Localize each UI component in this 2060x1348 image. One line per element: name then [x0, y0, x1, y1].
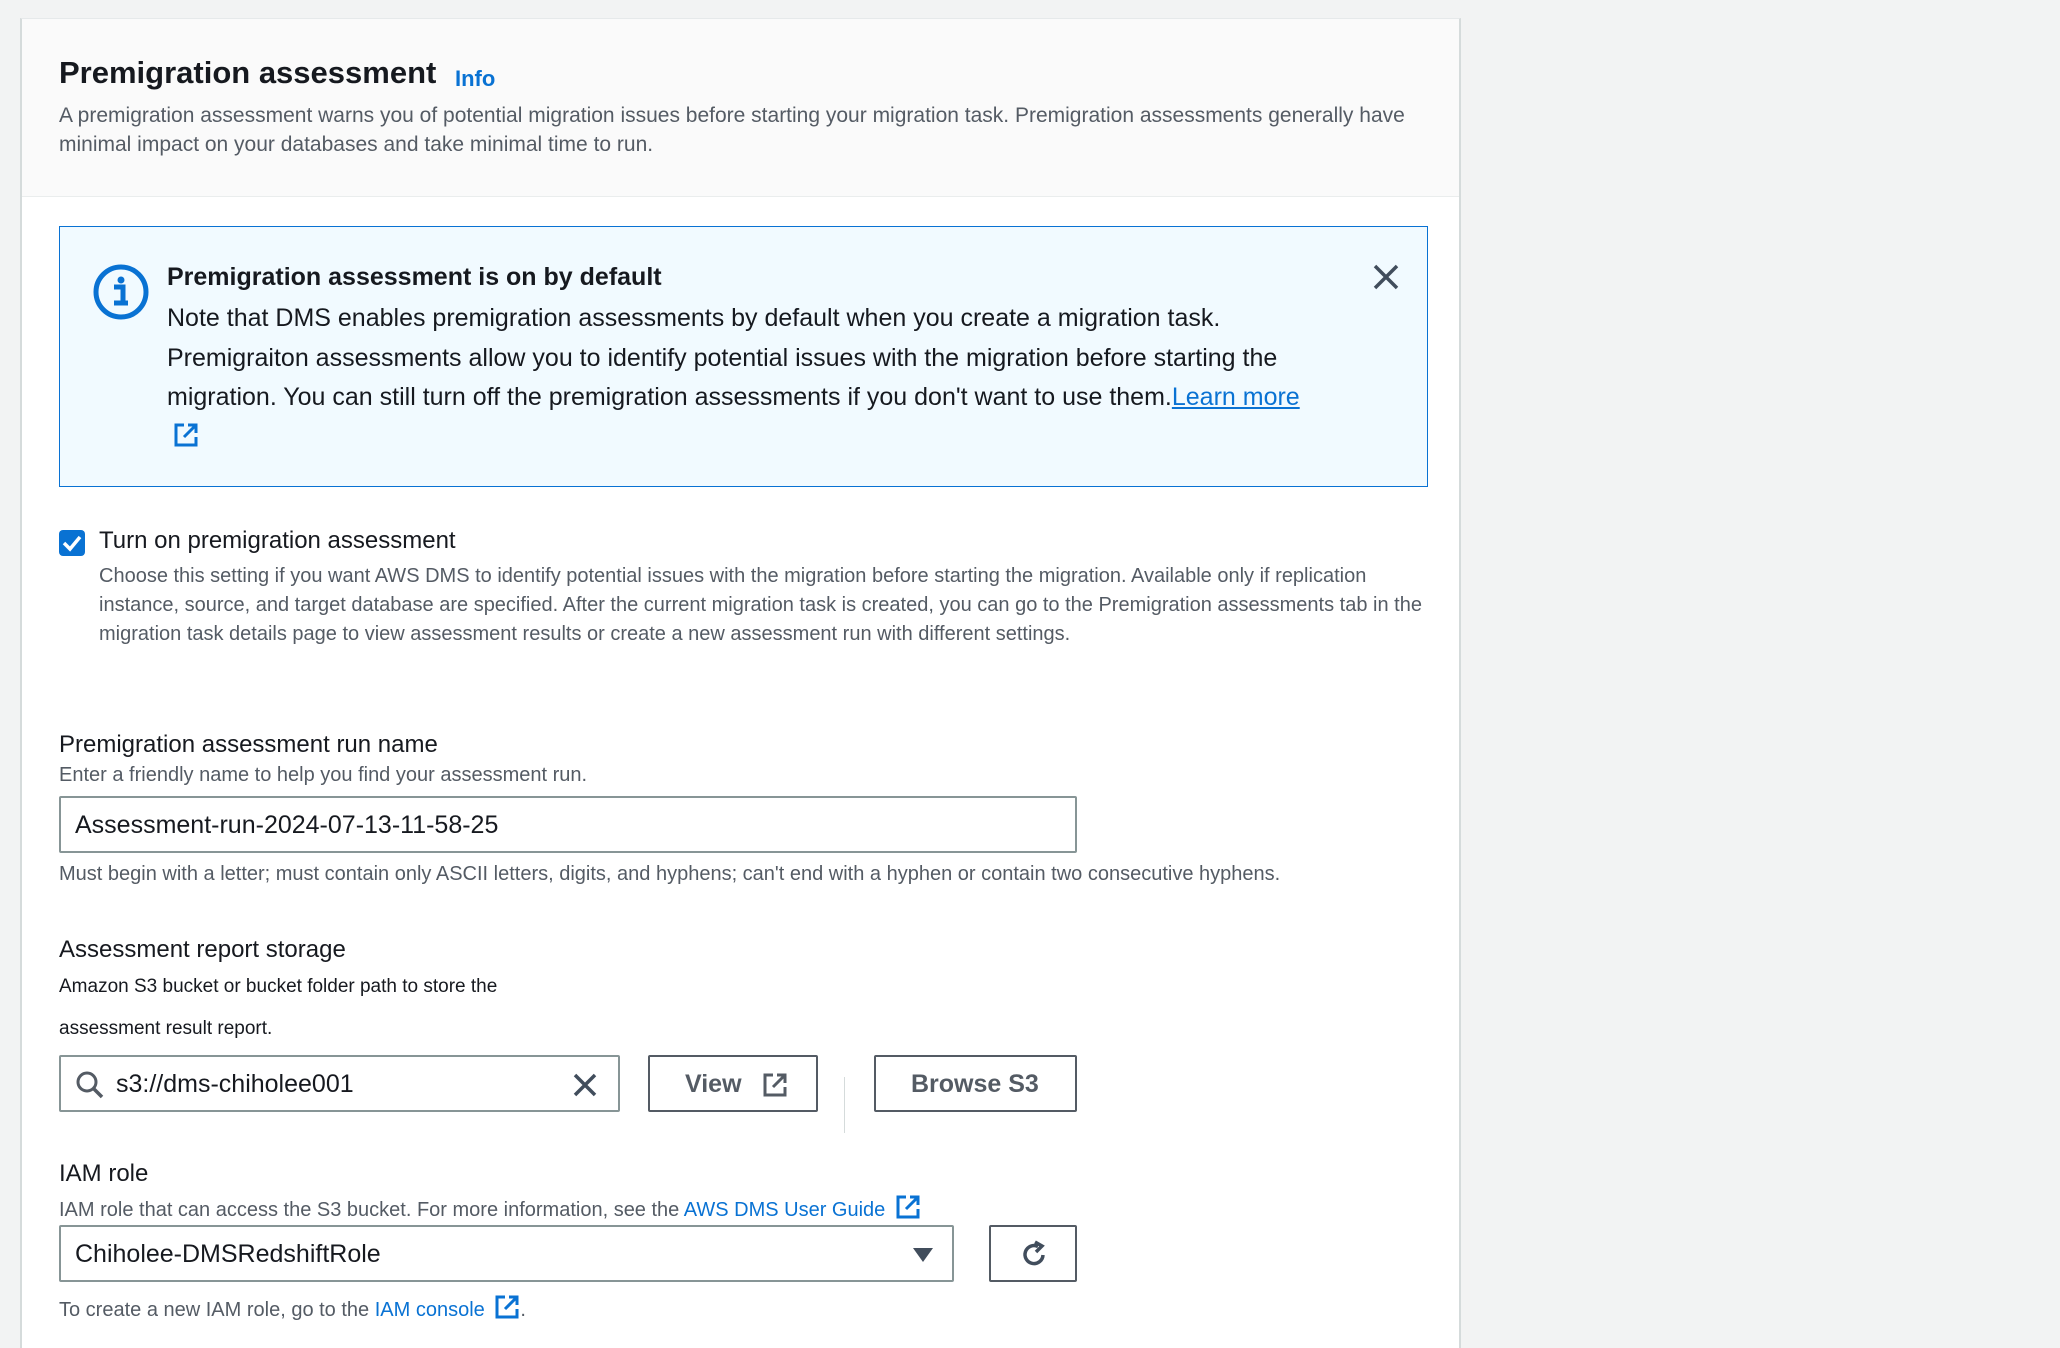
alert-title: Premigration assessment is on by default — [167, 263, 662, 291]
refresh-button[interactable] — [989, 1225, 1077, 1282]
iam-role-description: IAM role that can access the S3 bucket. … — [59, 1194, 921, 1222]
storage-label: Assessment report storage — [59, 936, 346, 963]
run-name-input[interactable]: Assessment-run-2024-07-13-11-58-25 — [59, 796, 1077, 853]
browse-s3-button[interactable]: Browse S3 — [874, 1055, 1077, 1112]
caret-down-icon — [913, 1248, 933, 1262]
s3-path-value: s3://dms-chiholee001 — [116, 1070, 354, 1098]
iam-role-footer: To create a new IAM role, go to the IAM … — [59, 1294, 526, 1322]
alert-body-text: Note that DMS enables premigration asses… — [167, 304, 1278, 411]
iam-console-link[interactable]: IAM console — [375, 1299, 485, 1321]
user-guide-link[interactable]: AWS DMS User Guide — [684, 1199, 886, 1221]
refresh-icon — [1023, 1240, 1045, 1266]
iam-footer-prefix: To create a new IAM role, go to the — [59, 1299, 370, 1321]
browse-s3-label: Browse S3 — [911, 1070, 1039, 1098]
s3-path-input[interactable]: s3://dms-chiholee001 — [59, 1055, 620, 1112]
iam-footer-suffix: . — [520, 1299, 526, 1321]
alert-body: Note that DMS enables premigration asses… — [167, 299, 1327, 457]
turn-on-assessment-description: Choose this setting if you want AWS DMS … — [99, 565, 1422, 645]
run-name-constraint: Must begin with a letter; must contain o… — [59, 863, 1281, 885]
view-button[interactable]: View — [648, 1055, 818, 1112]
iam-role-label: IAM role — [59, 1160, 149, 1187]
run-name-value: Assessment-run-2024-07-13-11-58-25 — [75, 811, 499, 839]
iam-role-description-text: IAM role that can access the S3 bucket. … — [59, 1199, 680, 1221]
page-title: Premigration assessment — [59, 55, 437, 90]
clear-icon[interactable] — [571, 1071, 599, 1099]
run-name-label: Premigration assessment run name — [59, 731, 438, 758]
storage-description-2: assessment result report. — [59, 1018, 273, 1039]
external-link-icon — [174, 423, 198, 446]
info-alert: Premigration assessment is on by default… — [59, 226, 1428, 487]
search-icon — [76, 1071, 104, 1099]
premigration-assessment-panel: Premigration assessment Info A premigrat… — [20, 18, 1461, 1348]
info-circle-icon — [92, 263, 150, 321]
info-link[interactable]: Info — [455, 66, 495, 92]
check-icon — [62, 535, 82, 552]
iam-role-select[interactable]: Chiholee-DMSRedshiftRole — [59, 1225, 954, 1282]
header-description: A premigration assessment warns you of p… — [59, 104, 1405, 156]
run-name-description: Enter a friendly name to help you find y… — [59, 764, 588, 786]
view-button-label: View — [685, 1070, 742, 1098]
turn-on-assessment-label[interactable]: Turn on premigration assessment — [99, 527, 456, 555]
iam-role-value: Chiholee-DMSRedshiftRole — [75, 1240, 381, 1268]
turn-on-assessment-checkbox[interactable] — [59, 530, 85, 556]
storage-description-1: Amazon S3 bucket or bucket folder path t… — [59, 976, 498, 997]
external-link-icon — [896, 1195, 920, 1219]
learn-more-label: Learn more — [1171, 383, 1300, 411]
panel-header: Premigration assessment Info A premigrat… — [22, 19, 1459, 197]
external-link-icon — [763, 1073, 787, 1097]
close-icon[interactable] — [1370, 261, 1402, 293]
external-link-icon — [495, 1295, 519, 1319]
button-divider — [844, 1077, 845, 1133]
